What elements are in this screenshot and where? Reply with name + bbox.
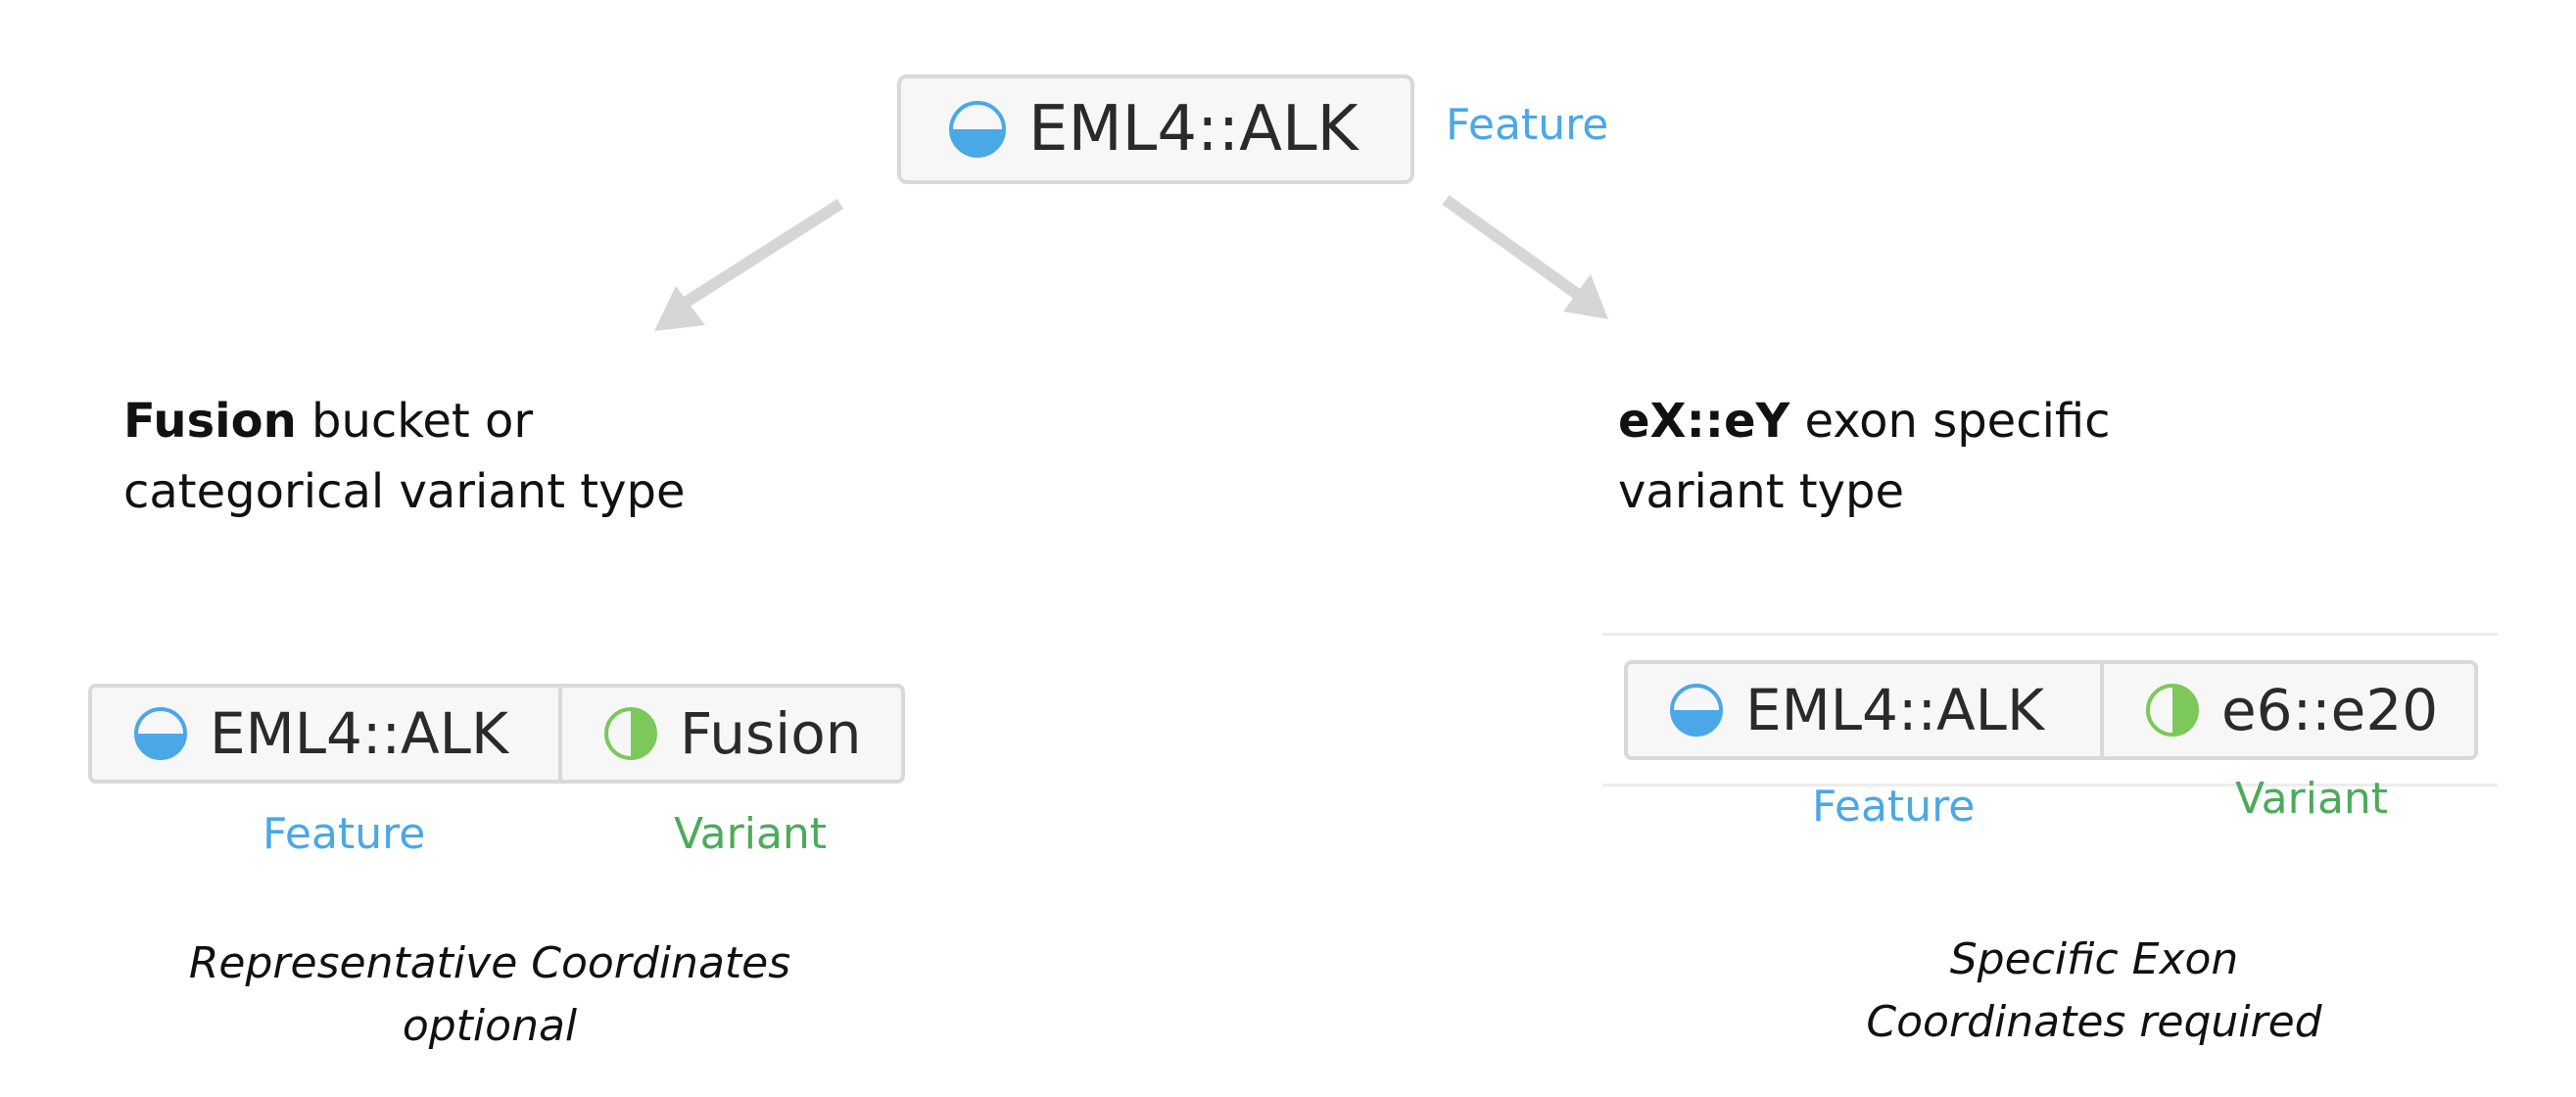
left-coordinates-note: Representative Coordinates optional [147, 932, 833, 1058]
right-heading-line1: eX::eY exon specific [1618, 386, 2111, 456]
right-note-line1: Specific Exon [1949, 934, 2239, 984]
left-note-line1: Representative Coordinates [188, 938, 791, 988]
half-filled-circle-bottom-icon [133, 706, 188, 761]
right-feature-tag: EML4::ALK [1624, 660, 2104, 760]
left-heading: Fusion bucket or categorical variant typ… [123, 386, 686, 527]
right-variant-tag-label: e6::e20 [2221, 677, 2439, 743]
right-note-line2: Coordinates required [1866, 997, 2322, 1047]
right-coordinates-note: Specific Exon Coordinates required [1751, 929, 2437, 1054]
right-top-separator [1602, 633, 2498, 636]
top-feature-tag: EML4::ALK [897, 74, 1414, 184]
left-heading-line1-rest: bucket or [296, 394, 534, 449]
left-feature-tag-label: EML4::ALK [210, 700, 509, 767]
right-feature-caption: Feature [1812, 782, 1976, 832]
arrow-to-exon-specific [1442, 195, 1608, 319]
right-variant-tag: e6::e20 [2100, 660, 2478, 760]
top-tag-label: EML4::ALK [1028, 93, 1359, 166]
right-heading-line2: variant type [1618, 464, 1905, 519]
left-heading-bold: Fusion [123, 394, 297, 449]
left-variant-caption: Variant [674, 809, 828, 859]
right-feature-tag-label: EML4::ALK [1745, 677, 2045, 743]
half-filled-circle-bottom-icon [948, 100, 1007, 159]
top-feature-caption: Feature [1446, 100, 1609, 150]
left-feature-caption: Feature [262, 809, 426, 859]
left-variant-tag-label: Fusion [680, 700, 862, 767]
left-heading-line1: Fusion bucket or [123, 386, 686, 456]
right-heading-bold: eX::eY [1618, 394, 1790, 449]
half-filled-circle-bottom-icon [1669, 683, 1724, 738]
half-filled-circle-right-icon [603, 706, 658, 761]
arrow-to-fusion [654, 198, 844, 331]
left-feature-tag: EML4::ALK [88, 684, 562, 784]
half-filled-circle-right-icon [2145, 683, 2200, 738]
left-variant-tag: Fusion [558, 684, 905, 784]
left-heading-line2: categorical variant type [123, 464, 686, 519]
right-variant-caption: Variant [2235, 774, 2389, 824]
right-heading-line1-rest: exon specific [1789, 394, 2111, 449]
right-heading: eX::eY exon specific variant type [1618, 386, 2111, 527]
left-note-line2: optional [402, 1001, 578, 1051]
